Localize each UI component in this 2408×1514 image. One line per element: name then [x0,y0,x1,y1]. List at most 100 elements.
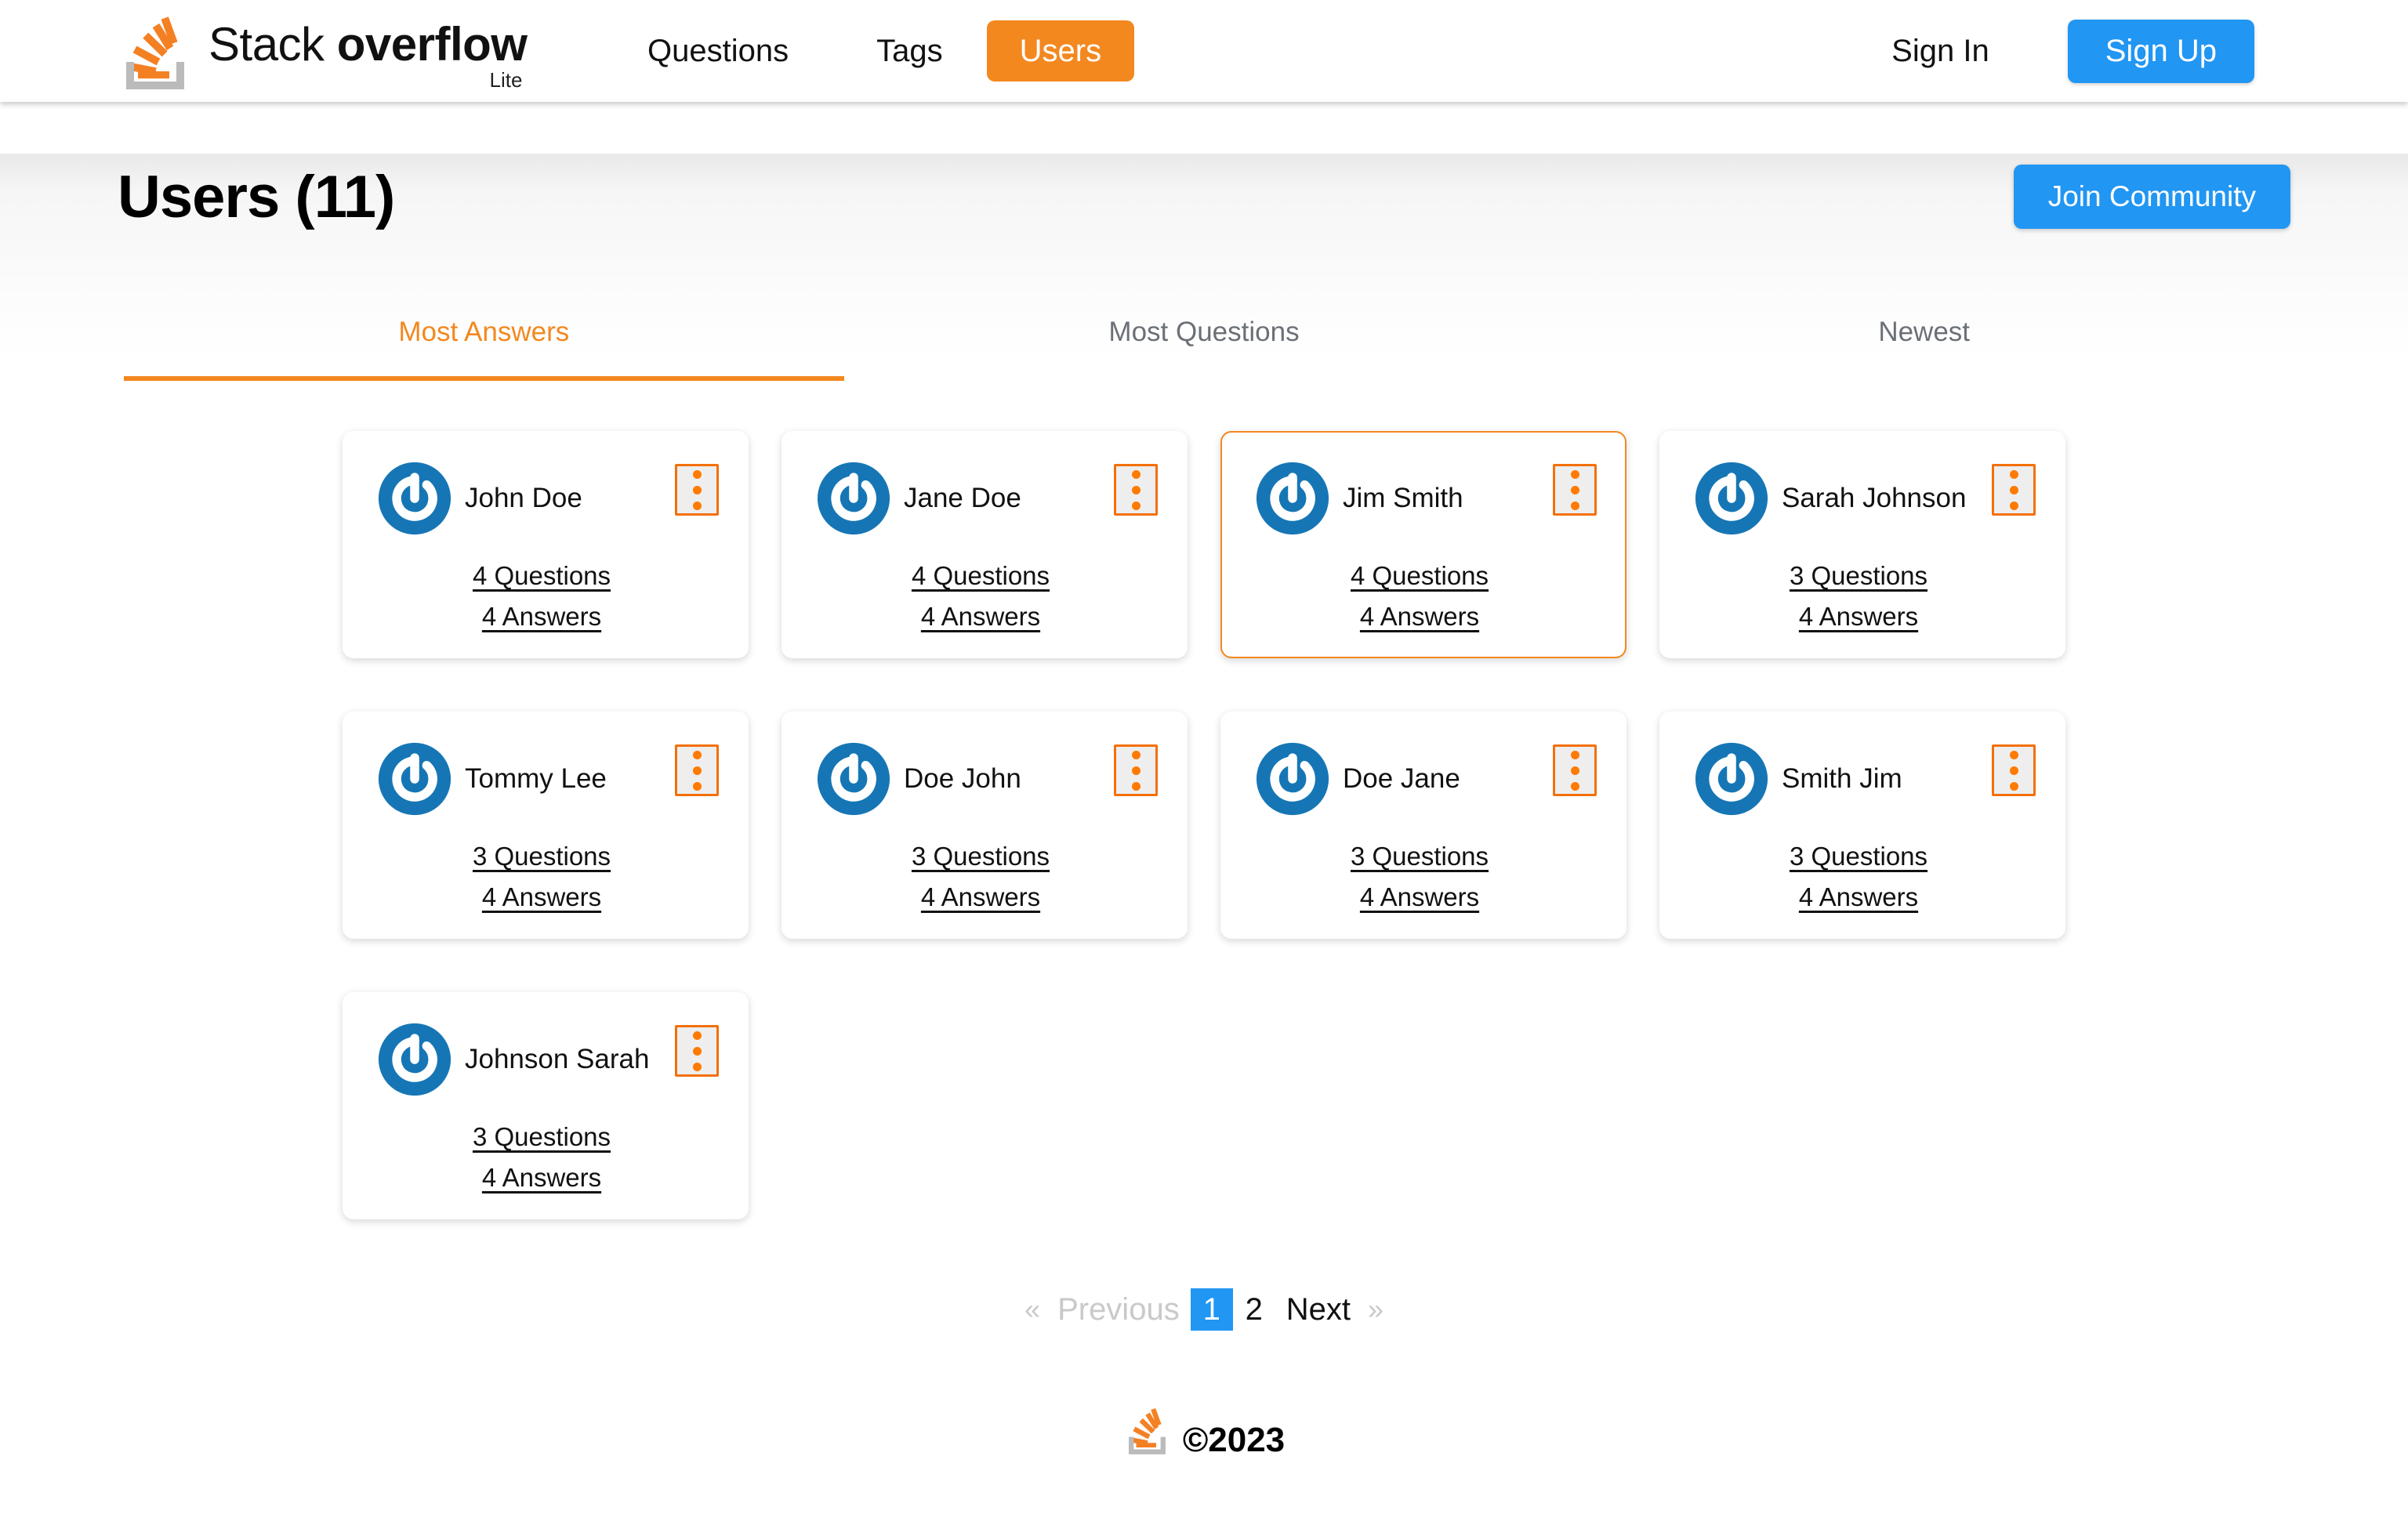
user-answers-link[interactable]: 4 Answers [1255,602,1584,632]
user-questions-link[interactable]: 4 Questions [377,561,706,591]
dot [2010,486,2018,494]
user-card-header: Doe John [816,741,1155,817]
pagination-prev-chevron-icon[interactable]: « [1018,1288,1046,1331]
user-card-stats: 3 Questions 4 Answers [1694,561,2033,632]
user-card-grid: John Doe 4 Questions 4 Answers Jane Doe … [0,431,2408,1219]
user-card-more-options-icon[interactable] [1992,464,2036,516]
user-avatar-icon [377,741,452,817]
user-questions-link[interactable]: 3 Questions [377,1122,706,1152]
brand-title: Stack overflow [209,21,527,68]
footer-stack-overflow-logo-icon [1123,1406,1175,1456]
sort-tabs: Most Answers Most Questions Newest [124,317,2284,381]
user-card-header: Tommy Lee [377,741,716,817]
nav-item-tags[interactable]: Tags [832,20,987,81]
user-card-stats: 3 Questions 4 Answers [377,1122,716,1193]
user-card[interactable]: Jane Doe 4 Questions 4 Answers [782,431,1188,658]
user-answers-link[interactable]: 4 Answers [377,882,706,912]
user-avatar-icon [377,461,452,536]
user-card-stats: 4 Questions 4 Answers [816,561,1155,632]
user-card-more-options-icon[interactable] [675,464,719,516]
user-avatar-icon [1694,461,1769,536]
pagination-previous-button[interactable]: Previous [1046,1288,1191,1331]
user-avatar-icon [377,1022,452,1097]
dot [693,1031,702,1040]
user-card-more-options-icon[interactable] [675,744,719,796]
user-card-more-options-icon[interactable] [1992,744,2036,796]
pagination-next-button[interactable]: Next [1275,1288,1362,1331]
pagination: « Previous 1 2 Next » [0,1288,2408,1331]
tab-newest[interactable]: Newest [1564,317,2284,381]
dot [1571,782,1579,791]
user-questions-link[interactable]: 4 Questions [1255,561,1584,591]
user-questions-link[interactable]: 3 Questions [1694,842,2023,871]
user-answers-link[interactable]: 4 Answers [816,882,1145,912]
dot [693,1063,702,1071]
user-name: John Doe [465,483,582,514]
site-header: Stack overflow Lite Questions Tags Users… [0,0,2408,102]
dot [2010,470,2018,479]
user-card-more-options-icon[interactable] [1114,744,1158,796]
dot [1132,782,1141,791]
dot [693,766,702,775]
tab-most-questions[interactable]: Most Questions [844,317,1565,381]
pagination-page-2[interactable]: 2 [1233,1288,1275,1331]
user-card[interactable]: John Doe 4 Questions 4 Answers [343,431,749,658]
user-answers-link[interactable]: 4 Answers [816,602,1145,632]
dot [1571,502,1579,510]
dot [693,470,702,479]
user-name: Smith Jim [1782,763,1902,795]
user-card-stats: 3 Questions 4 Answers [816,842,1155,912]
user-card[interactable]: Doe John 3 Questions 4 Answers [782,712,1188,939]
user-answers-link[interactable]: 4 Answers [1255,882,1584,912]
user-card[interactable]: Sarah Johnson 3 Questions 4 Answers [1659,431,2065,658]
dot [2010,502,2018,510]
user-card[interactable]: Doe Jane 3 Questions 4 Answers [1220,712,1626,939]
dot [1571,766,1579,775]
user-card-more-options-icon[interactable] [675,1025,719,1077]
user-card[interactable]: Smith Jim 3 Questions 4 Answers [1659,712,2065,939]
user-card-header: John Doe [377,461,716,536]
dot [2010,751,2018,759]
site-footer: ©2023 [0,1406,2408,1456]
user-card-header: Doe Jane [1255,741,1594,817]
user-card-stats: 3 Questions 4 Answers [1255,842,1594,912]
user-name: Doe John [904,763,1021,795]
join-community-button[interactable]: Join Community [2014,165,2290,229]
user-avatar-icon [1255,461,1330,536]
dot [1132,470,1141,479]
page-body: Users (11) Join Community Most Answers M… [0,154,2408,1514]
pagination-page-1[interactable]: 1 [1191,1288,1233,1331]
dot [693,782,702,791]
user-questions-link[interactable]: 3 Questions [816,842,1145,871]
user-answers-link[interactable]: 4 Answers [1694,882,2023,912]
tab-most-answers[interactable]: Most Answers [124,317,844,381]
dot [1571,751,1579,759]
user-questions-link[interactable]: 3 Questions [1255,842,1584,871]
dot [1571,486,1579,494]
user-name: Tommy Lee [465,763,607,795]
user-questions-link[interactable]: 4 Questions [816,561,1145,591]
user-card[interactable]: Johnson Sarah 3 Questions 4 Answers [343,992,749,1219]
user-answers-link[interactable]: 4 Answers [1694,602,2023,632]
sign-up-button[interactable]: Sign Up [2068,20,2254,83]
user-answers-link[interactable]: 4 Answers [377,1163,706,1193]
nav-item-questions[interactable]: Questions [604,20,832,81]
brand-logo-link[interactable]: Stack overflow Lite [118,12,572,90]
user-card[interactable]: Jim Smith 4 Questions 4 Answers [1220,431,1626,658]
user-questions-link[interactable]: 3 Questions [377,842,706,871]
user-name: Johnson Sarah [465,1044,649,1075]
user-card-header: Sarah Johnson [1694,461,2033,536]
footer-copyright: ©2023 [1183,1425,1285,1456]
dot [1132,751,1141,759]
user-answers-link[interactable]: 4 Answers [377,602,706,632]
user-questions-link[interactable]: 3 Questions [1694,561,2023,591]
nav-item-users[interactable]: Users [987,20,1134,81]
user-card[interactable]: Tommy Lee 3 Questions 4 Answers [343,712,749,939]
user-card-more-options-icon[interactable] [1553,464,1597,516]
sign-in-link[interactable]: Sign In [1891,34,1989,69]
pagination-next-chevron-icon[interactable]: » [1362,1288,1390,1331]
user-card-more-options-icon[interactable] [1553,744,1597,796]
user-card-more-options-icon[interactable] [1114,464,1158,516]
dot [1132,502,1141,510]
user-card-stats: 3 Questions 4 Answers [1694,842,2033,912]
